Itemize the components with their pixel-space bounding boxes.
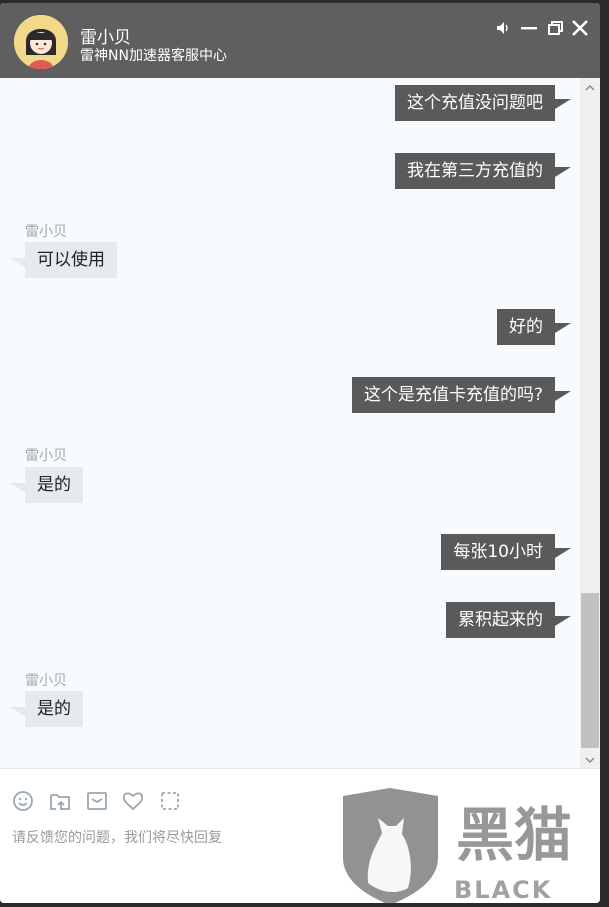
vertical-scrollbar[interactable]	[580, 78, 600, 768]
bubble-tail	[555, 323, 571, 333]
chat-window: 雷小贝 雷神NN加速器客服中心 这个充值没问题吧 我在第三方充值的 雷小贝 可以…	[0, 3, 600, 903]
watermark-text-cn: 黑猫	[456, 801, 573, 869]
bubble-tail	[10, 707, 26, 717]
bubble-tail	[555, 548, 571, 558]
outgoing-message-bubble: 这个充值没问题吧	[395, 85, 555, 121]
upload-file-icon[interactable]	[48, 789, 72, 813]
title-bar[interactable]: 雷小贝 雷神NN加速器客服中心	[0, 3, 600, 78]
outgoing-message-bubble: 累积起来的	[446, 602, 555, 638]
scroll-up-arrow-icon[interactable]	[584, 82, 596, 94]
bubble-tail	[10, 483, 26, 493]
incoming-message-bubble: 是的	[25, 691, 83, 727]
bubble-tail	[555, 391, 571, 401]
sender-name: 雷小贝	[25, 224, 67, 240]
favorite-icon[interactable]	[121, 789, 145, 813]
bubble-tail	[10, 258, 26, 268]
minimize-icon[interactable]	[518, 17, 540, 39]
cat-shield-icon	[343, 788, 438, 905]
emoji-icon[interactable]	[11, 789, 35, 813]
watermark-text-en: BLACK CAT	[454, 876, 553, 907]
agent-organization: 雷神NN加速器客服中心	[80, 48, 227, 64]
message-list[interactable]: 这个充值没问题吧 我在第三方充值的 雷小贝 可以使用 好的 这个是充值卡充值的吗…	[0, 78, 580, 768]
bubble-tail	[555, 616, 571, 626]
scrollbar-thumb[interactable]	[581, 593, 599, 748]
screenshot-icon[interactable]	[158, 789, 182, 813]
outgoing-message-bubble: 这个是充值卡充值的吗?	[351, 377, 555, 413]
bubble-tail	[555, 167, 571, 177]
incoming-message-bubble: 可以使用	[25, 242, 117, 278]
message-icon[interactable]	[85, 789, 109, 813]
incoming-message-bubble: 是的	[25, 467, 83, 503]
outgoing-message-bubble: 每张10小时	[441, 534, 555, 570]
outgoing-message-bubble: 好的	[497, 309, 555, 345]
close-icon[interactable]	[569, 17, 591, 39]
restore-icon[interactable]	[544, 17, 566, 39]
speaker-icon[interactable]	[492, 17, 514, 39]
watermark: 黑猫 BLACK CAT	[338, 788, 608, 907]
message-input-placeholder[interactable]: 请反馈您的问题，我们将尽快回复	[12, 827, 222, 847]
outgoing-message-bubble: 我在第三方充值的	[395, 153, 555, 189]
sender-name: 雷小贝	[25, 673, 67, 689]
bubble-tail	[555, 99, 571, 109]
scroll-down-arrow-icon[interactable]	[584, 754, 596, 766]
agent-avatar	[14, 15, 68, 69]
sender-name: 雷小贝	[25, 448, 67, 464]
